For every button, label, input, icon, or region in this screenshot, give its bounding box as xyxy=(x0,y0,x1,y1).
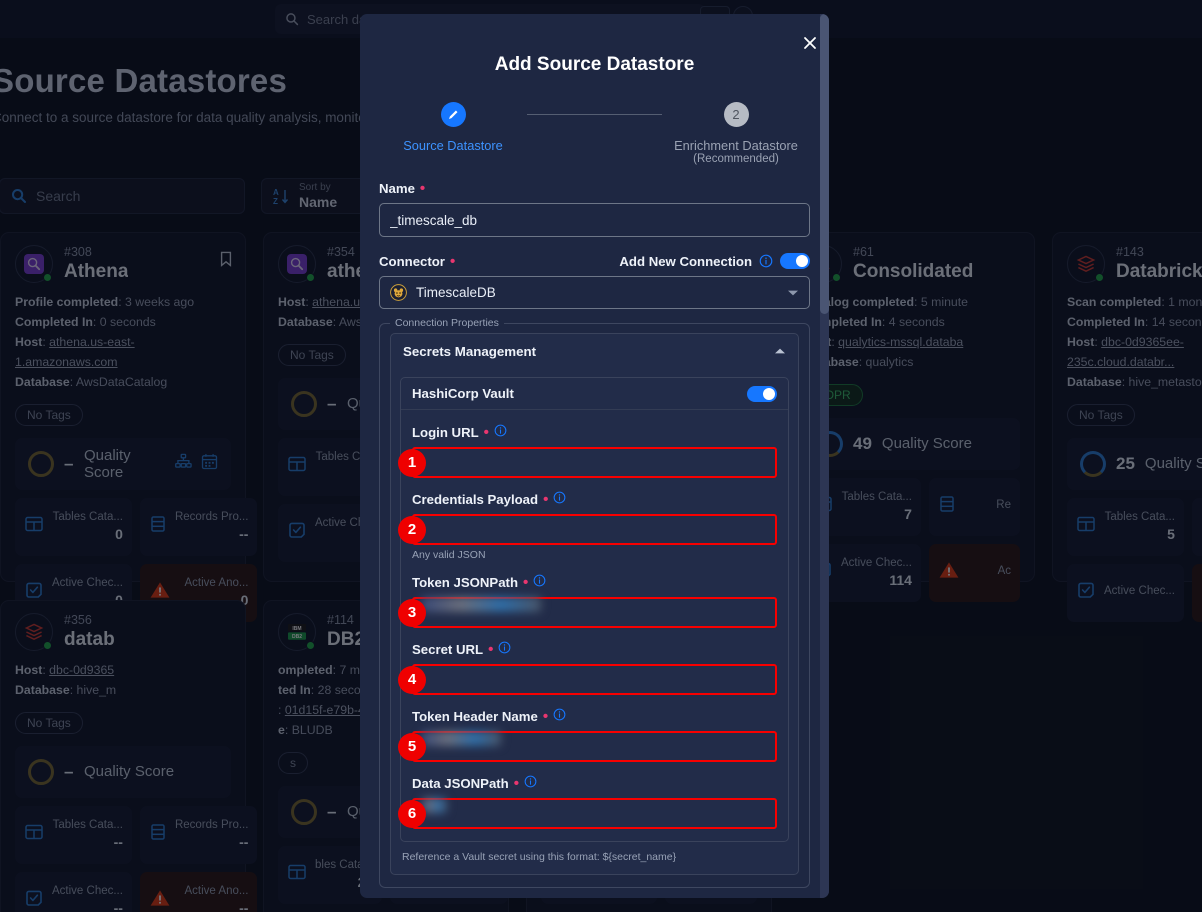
connector-select[interactable]: TimescaleDB xyxy=(379,276,810,309)
info-icon[interactable] xyxy=(498,641,511,657)
hashicorp-vault-card: HashiCorp Vault Login URL • Credentials … xyxy=(400,377,789,842)
vault-field: Data JSONPath • xyxy=(412,775,777,829)
add-new-connection-label: Add New Connection xyxy=(619,253,752,269)
vault-field-label: Login URL • xyxy=(412,424,777,440)
chevron-down-icon[interactable] xyxy=(787,289,799,297)
vault-field-label-text: Data JSONPath xyxy=(412,775,509,791)
info-icon[interactable] xyxy=(553,708,566,724)
close-icon[interactable] xyxy=(803,36,817,50)
step-label: Enrichment Datastore xyxy=(674,138,798,153)
vault-field-input[interactable] xyxy=(412,447,777,478)
secrets-management-header[interactable]: Secrets Management xyxy=(391,334,798,368)
info-icon[interactable] xyxy=(524,775,537,791)
info-icon[interactable] xyxy=(533,574,546,590)
vault-field: Secret URL • xyxy=(412,641,777,695)
callout-badge: 4 xyxy=(398,665,426,694)
connection-properties-legend: Connection Properties xyxy=(390,317,504,329)
name-input[interactable] xyxy=(379,203,810,237)
screen: Search data... Source Datastores Connect… xyxy=(0,0,1202,912)
step-enrichment-datastore[interactable]: 2 Enrichment Datastore (Recommended) xyxy=(662,102,810,165)
stepper: Source Datastore 2 Enrichment Datastore … xyxy=(379,102,810,165)
callout-badge: 6 xyxy=(398,799,426,828)
name-label-text: Name xyxy=(379,181,415,196)
connector-label-text: Connector xyxy=(379,253,445,269)
timescaledb-icon xyxy=(390,284,407,301)
hashicorp-vault-header: HashiCorp Vault xyxy=(401,378,788,410)
required-marker: • xyxy=(513,774,520,792)
vault-field-label-text: Token JSONPath xyxy=(412,574,519,590)
vault-field: Login URL • xyxy=(412,424,777,478)
redacted-value xyxy=(421,597,541,612)
vault-field: Token Header Name • xyxy=(412,708,777,762)
vault-field-input[interactable] xyxy=(412,514,777,545)
vault-field: Credentials Payload • Any valid JSON xyxy=(412,491,777,561)
info-icon[interactable] xyxy=(759,254,773,268)
vault-field-label: Data JSONPath • xyxy=(412,775,777,791)
required-marker: • xyxy=(419,180,426,197)
secrets-management-accordion: Secrets Management HashiCorp Vault Login… xyxy=(390,333,799,875)
secrets-management-body: HashiCorp Vault Login URL • Credentials … xyxy=(391,368,798,874)
required-marker: • xyxy=(523,573,529,591)
hashicorp-vault-toggle[interactable] xyxy=(747,385,777,402)
vault-field-label-text: Token Header Name xyxy=(412,708,538,724)
secrets-management-title: Secrets Management xyxy=(403,343,537,359)
vault-field-label-text: Credentials Payload xyxy=(412,491,539,507)
add-new-connection-group: Add New Connection xyxy=(619,253,810,269)
vault-field-label-text: Secret URL xyxy=(412,641,484,657)
vault-footer-hint: Reference a Vault secret using this form… xyxy=(402,851,677,863)
required-marker: • xyxy=(488,640,494,658)
callout-badge: 5 xyxy=(398,732,426,761)
name-label: Name • xyxy=(379,181,810,196)
connector-selected-value: TimescaleDB xyxy=(416,285,496,300)
info-icon[interactable] xyxy=(494,424,507,440)
connector-row: Connector • Add New Connection xyxy=(379,253,810,269)
step-connector-line xyxy=(527,114,662,115)
vault-field-label: Token Header Name • xyxy=(412,708,777,724)
info-icon[interactable] xyxy=(553,491,566,507)
hashicorp-vault-fields: Login URL • Credentials Payload • Any va… xyxy=(401,410,788,841)
vault-field-input[interactable] xyxy=(412,664,777,695)
required-marker: • xyxy=(449,252,456,270)
vault-field-label: Secret URL • xyxy=(412,641,777,657)
add-source-datastore-modal: Add Source Datastore Source Datastore 2 … xyxy=(360,14,829,898)
vault-field-input[interactable] xyxy=(412,798,777,829)
required-marker: • xyxy=(483,423,489,441)
step-source-datastore[interactable]: Source Datastore xyxy=(379,102,527,153)
vault-field-label-text: Login URL xyxy=(412,424,479,440)
step-sublabel: (Recommended) xyxy=(693,153,779,165)
chevron-up-icon[interactable] xyxy=(774,347,786,355)
required-marker: • xyxy=(542,707,549,725)
modal-body: Add Source Datastore Source Datastore 2 … xyxy=(360,14,829,898)
required-marker: • xyxy=(543,490,549,508)
step-number-badge: 2 xyxy=(723,102,749,127)
vault-field: Token JSONPath • xyxy=(412,574,777,628)
vault-field-label: Token JSONPath • xyxy=(412,574,777,590)
vault-field-label: Credentials Payload • xyxy=(412,491,777,507)
hashicorp-vault-title: HashiCorp Vault xyxy=(412,386,514,401)
pencil-icon xyxy=(440,102,466,127)
callout-badge: 3 xyxy=(398,598,426,627)
connection-properties-fieldset: Connection Properties Secrets Management xyxy=(379,317,810,888)
callout-badge: 1 xyxy=(398,448,426,477)
add-new-connection-toggle[interactable] xyxy=(780,253,810,269)
callout-badge: 2 xyxy=(398,515,426,544)
step-label: Source Datastore xyxy=(403,138,503,153)
modal-title: Add Source Datastore xyxy=(494,54,695,75)
connector-label: Connector • xyxy=(379,254,455,269)
redacted-value xyxy=(421,731,501,746)
vault-field-hint: Any valid JSON xyxy=(412,549,486,561)
